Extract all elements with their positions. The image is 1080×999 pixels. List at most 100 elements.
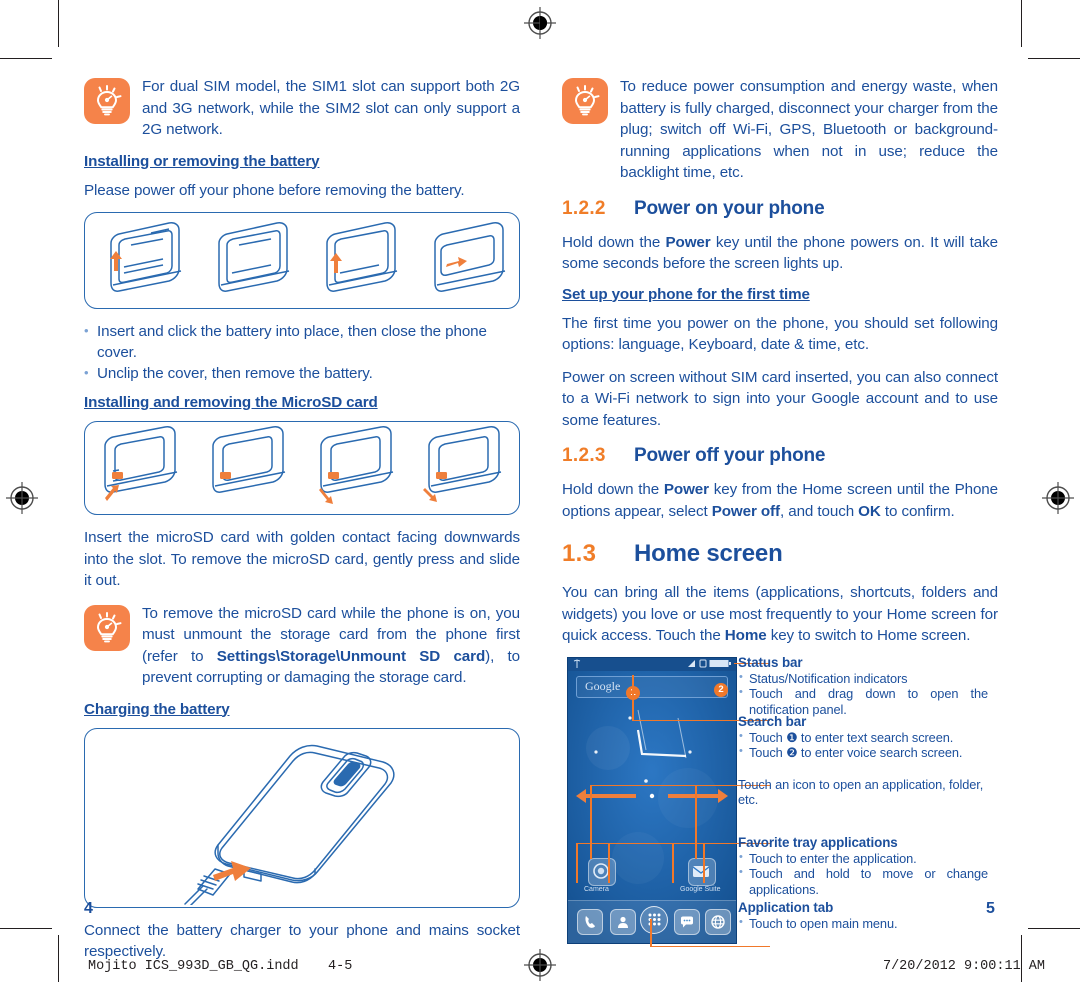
lightbulb-tip-icon [84, 78, 130, 124]
section-number: 1.3 [562, 540, 597, 567]
text-setup-wifi: Power on screen without SIM card inserte… [562, 368, 998, 429]
page-number-right: 5 [986, 900, 995, 917]
signal-icon [688, 659, 695, 667]
phone-status-icons [687, 659, 733, 668]
callout-search-bar: Search bar Touch ❶ to enter text search … [738, 714, 988, 761]
tip-callout-microsd: To remove the microSD card while the pho… [84, 603, 520, 689]
contacts-icon[interactable] [610, 908, 636, 935]
camera-shortcut-icon[interactable] [588, 857, 616, 886]
tip-microsd-path: Settings\Storage\Unmount SD card [216, 647, 486, 665]
crop-mark-top-left-h [0, 58, 52, 59]
crop-mark-top-left-v [58, 0, 59, 47]
app-drawer-icon[interactable] [640, 905, 668, 934]
callout-list: Touch to open main menu. [738, 915, 988, 932]
callout-title: Application tab [738, 899, 834, 915]
illustration-battery-install [84, 212, 520, 309]
leader-tray-v2 [608, 842, 610, 883]
illustration-charging [84, 727, 520, 908]
section-title: Home screen [634, 540, 783, 567]
text-microsd: Insert the microSD card with golden cont… [84, 529, 520, 589]
power-off-4: to confirm. [880, 502, 955, 520]
footer-timestamp: 7/20/2012 9:00:11 AM [882, 959, 1045, 974]
print-footer: Mojito ICS_993D_GB_QG.indd 4-5 7/20/2012… [0, 959, 1080, 981]
phone-search-bar[interactable]: Google [576, 675, 728, 698]
list-item: Touch ❶ to enter text search screen. [738, 729, 988, 746]
power-on-pre: Hold down the [562, 233, 666, 251]
sim-icon [699, 659, 707, 667]
crop-mark-top-right-v [1021, 0, 1022, 47]
list-item: Touch ❷ to enter voice search screen. [738, 744, 988, 761]
section-heading-13: 1.3 Home screen [562, 540, 998, 568]
left-page-column: For dual SIM model, the SIM1 slot can su… [84, 76, 520, 963]
phone-home-screen-screenshot: Google 1 2 [567, 656, 737, 944]
callout-application-tab: Application tab Touch to open main menu. [738, 900, 988, 932]
footer-filename: Mojito ICS_993D_GB_QG.indd [88, 959, 299, 974]
home-text-2: key to switch to Home screen. [766, 627, 971, 644]
heading-setup-first-time: Set up your phone for the first time [562, 285, 810, 303]
tip-text-microsd: To remove the microSD card while the pho… [142, 603, 520, 689]
list-item: Touch and hold to move or change applica… [738, 865, 988, 897]
section-heading-122: 1.2.2 Power on your phone [562, 198, 998, 220]
heading-charging-battery: Charging the battery [84, 700, 230, 718]
crop-mark-top-right-h [1028, 58, 1080, 59]
list-item: Touch and drag down to open the notifica… [738, 685, 988, 717]
callout-list: Status/Notification indicators Touch and… [738, 670, 988, 718]
leader-apptab-h [650, 945, 770, 948]
callout-title: Status bar [738, 654, 803, 670]
list-item: Status/Notification indicators [738, 670, 988, 687]
home-screen-annotated-figure: Google 1 2 [562, 655, 998, 957]
illustration-microsd-install [84, 421, 520, 515]
section-heading-123: 1.2.3 Power off your phone [562, 445, 998, 467]
list-item: Insert and click the battery into place,… [84, 320, 520, 363]
heading-installing-microsd: Installing and removing the MicroSD card [84, 394, 378, 411]
section-number: 1.2.2 [562, 197, 606, 219]
text-power-off: Hold down the Power key from the Home sc… [562, 479, 998, 522]
tip-text-dual-sim: For dual SIM model, the SIM1 slot can su… [142, 78, 520, 138]
callout-list: Touch to enter the application. Touch an… [738, 850, 988, 898]
phone-icon[interactable] [577, 908, 603, 935]
google-suite-shortcut-icon[interactable] [688, 857, 716, 886]
list-item: Touch to open main menu. [738, 915, 988, 932]
browser-icon[interactable] [705, 908, 731, 935]
ok-button-label: OK [858, 502, 881, 520]
footer-rule [58, 942, 59, 943]
list-item: Touch to enter the application. [738, 850, 988, 867]
heading-installing-battery: Installing or removing the battery [84, 152, 320, 170]
callout-text: Touch an icon to open an application, fo… [738, 776, 984, 808]
home-key-label: Home [724, 627, 767, 644]
crop-mark-bottom-right-h [1028, 928, 1080, 929]
shortcut-label-camera: Camera [584, 885, 609, 893]
callout-status-bar: Status bar Status/Notification indicator… [738, 655, 988, 718]
tip-callout-dual-sim: For dual SIM model, the SIM1 slot can su… [84, 76, 520, 141]
manual-spread: For dual SIM model, the SIM1 slot can su… [0, 0, 1080, 999]
power-off-option: Power off [711, 502, 780, 520]
leader-apptab-v [650, 918, 652, 947]
callout-app-icon: Touch an icon to open an application, fo… [738, 777, 988, 808]
list-battery-steps: Insert and click the battery into place,… [84, 320, 520, 384]
callout-favorite-tray: Favorite tray applications Touch to ente… [738, 835, 988, 898]
list-item: Unclip the cover, then remove the batter… [84, 362, 520, 384]
power-key-label: Power [663, 481, 709, 498]
lightbulb-tip-icon [562, 78, 608, 124]
leader-search-v [632, 674, 634, 721]
power-off-3: , and touch [779, 502, 859, 520]
phone-status-bar [568, 657, 736, 671]
text-setup-options: The first time you power on the phone, y… [562, 314, 998, 354]
power-key-label: Power [665, 233, 711, 251]
text-battery-intro: Please power off your phone before remov… [84, 181, 465, 199]
lightbulb-tip-icon [84, 604, 130, 651]
messaging-icon[interactable] [674, 908, 700, 935]
leader-tray-v3 [672, 842, 674, 883]
footer-page-range: 4-5 [328, 959, 353, 974]
leader-tray-v1 [576, 842, 578, 883]
callout-title: Favorite tray applications [738, 834, 898, 850]
battery-icon [709, 659, 731, 667]
text-charging: Connect the battery charger to your phon… [84, 921, 520, 961]
tip-callout-power: To reduce power consumption and energy w… [562, 76, 998, 184]
text-power-on: Hold down the Power key until the phone … [562, 232, 998, 275]
registration-mark-top [523, 6, 557, 40]
callout-list: Touch ❶ to enter text search screen. Tou… [738, 729, 988, 761]
leader-shortcut-left-v [590, 784, 592, 859]
tip-text-power: To reduce power consumption and energy w… [620, 78, 998, 181]
phone-swipe-arrows [576, 788, 728, 803]
